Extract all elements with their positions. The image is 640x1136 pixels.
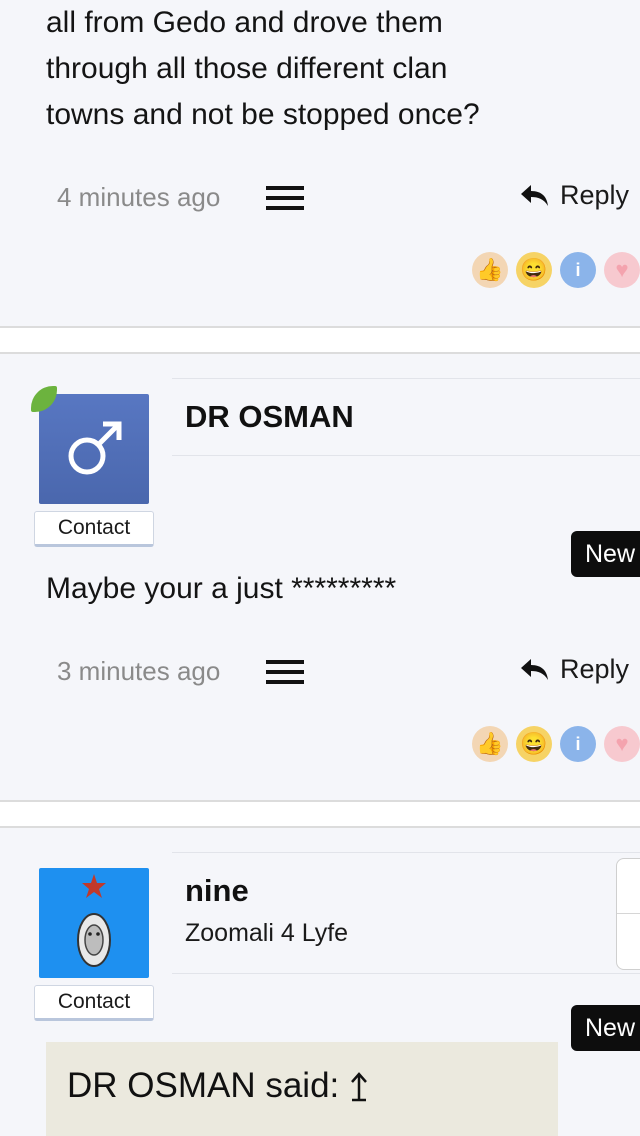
reaction-bar: 👍 😄 i ♥ <box>472 726 640 762</box>
new-badge: New <box>571 531 640 577</box>
post-menu-icon[interactable] <box>266 660 304 684</box>
post-body-2: Maybe your a just ********* <box>46 566 396 612</box>
heart-icon[interactable]: ♥ <box>604 726 640 762</box>
post-text-line: Maybe your a just ********* <box>46 572 397 605</box>
jump-to-quote-icon[interactable] <box>347 1069 371 1103</box>
quote-block: DR OSMAN said: <box>46 1042 558 1136</box>
post-separator <box>0 326 640 354</box>
post-text-line: towns and not be stopped once? <box>46 98 480 131</box>
avatar[interactable] <box>39 394 149 504</box>
laugh-icon[interactable]: 😄 <box>516 252 552 288</box>
scroll-control[interactable] <box>616 858 640 970</box>
reply-label: Reply <box>560 654 630 684</box>
reaction-bar: 👍 😄 i ♥ <box>472 252 640 288</box>
heart-icon[interactable]: ♥ <box>604 252 640 288</box>
post-text-line: all from Gedo and drove them <box>46 6 443 39</box>
info-icon[interactable]: i <box>560 726 596 762</box>
info-icon[interactable]: i <box>560 252 596 288</box>
quote-header[interactable]: DR OSMAN said: <box>67 1066 371 1106</box>
username[interactable]: DR OSMAN <box>185 399 354 435</box>
user-info: DR OSMAN <box>172 378 640 456</box>
reply-arrow-icon <box>521 658 548 680</box>
username[interactable]: nine <box>185 873 249 909</box>
post-timestamp[interactable]: 3 minutes ago <box>57 656 220 687</box>
post-text-line: through all those different clan <box>46 52 448 85</box>
user-info: nine Zoomali 4 Lyfe <box>172 852 640 974</box>
user-title: Zoomali 4 Lyfe <box>185 919 349 947</box>
male-icon <box>68 421 122 475</box>
reply-button[interactable]: Reply <box>518 180 629 211</box>
lion-avatar-icon <box>77 874 111 967</box>
laugh-icon[interactable]: 😄 <box>516 726 552 762</box>
reply-button[interactable]: Reply <box>518 654 629 685</box>
reply-label: Reply <box>560 180 630 210</box>
scroll-up-button[interactable] <box>617 859 640 914</box>
new-badge: New <box>571 1005 640 1051</box>
contact-button[interactable]: Contact <box>34 511 154 547</box>
thumbs-up-icon[interactable]: 👍 <box>472 726 508 762</box>
quote-author: DR OSMAN said: <box>67 1066 340 1105</box>
reply-arrow-icon <box>521 184 548 206</box>
avatar[interactable] <box>39 868 149 978</box>
post-separator <box>0 800 640 828</box>
post-menu-icon[interactable] <box>266 186 304 210</box>
thumbs-up-icon[interactable]: 👍 <box>472 252 508 288</box>
post-timestamp[interactable]: 4 minutes ago <box>57 182 220 213</box>
post-body-1: all from Gedo and drove them through all… <box>46 0 480 138</box>
contact-button[interactable]: Contact <box>34 985 154 1021</box>
